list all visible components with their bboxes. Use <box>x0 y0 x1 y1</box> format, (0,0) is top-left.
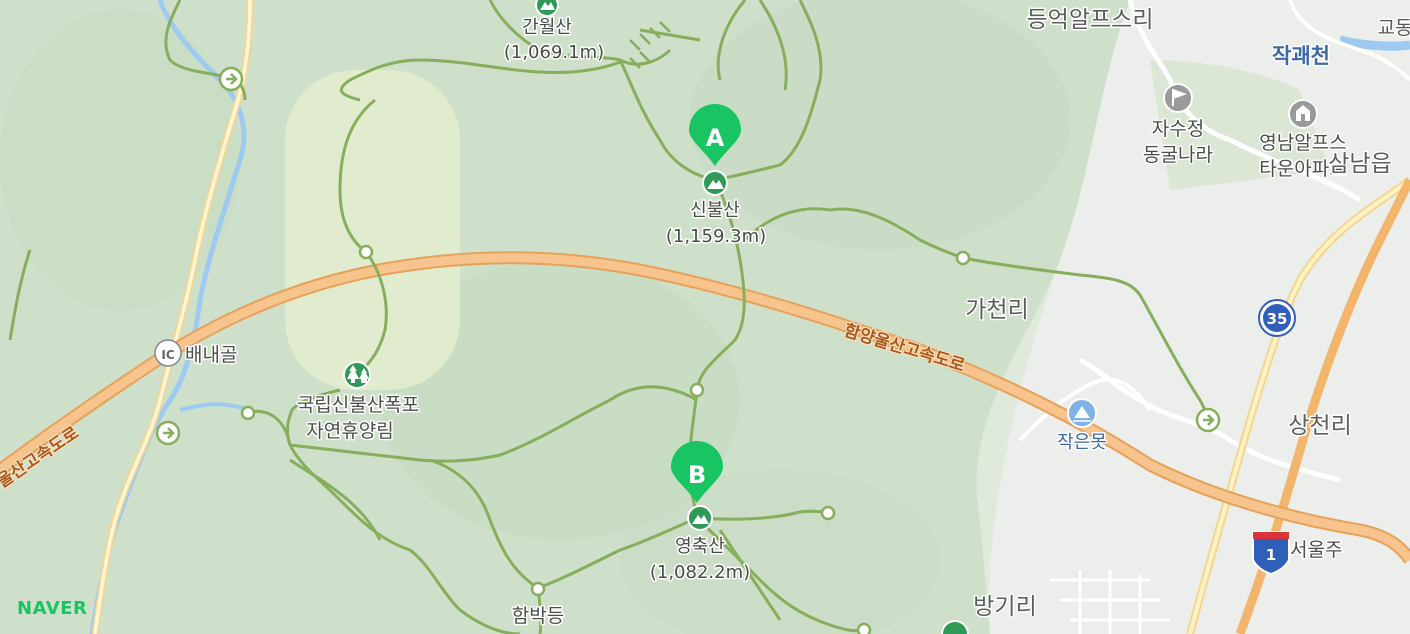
peak-icon[interactable] <box>687 505 713 531</box>
marker-b-letter: B <box>688 461 706 489</box>
map-view[interactable]: 간월산 (1,069.1m) A 신불산 (1,159.3m) B 영축산 (1… <box>0 0 1410 634</box>
place-label-samnam-eup[interactable]: 삼남읍 <box>1327 150 1393 179</box>
place-label-jakgwacheon[interactable]: 작괘천 <box>1271 43 1332 70</box>
forest-recreation-icon[interactable] <box>343 361 371 389</box>
poi-label-jasujeong-line1[interactable]: 자수정 <box>1150 117 1205 142</box>
place-label-recreation-forest-line1[interactable]: 국립신불산폭포 <box>295 393 420 418</box>
trail-node[interactable] <box>955 250 971 266</box>
poi-flag-icon[interactable] <box>1163 83 1193 113</box>
place-label-seoulju[interactable]: 서울주 <box>1289 538 1344 563</box>
expressway-1-number: 1 <box>1266 546 1276 564</box>
place-label-deungeok-alps-ri[interactable]: 등억알프스리 <box>1025 6 1155 35</box>
trail-entrance-icon[interactable] <box>155 420 181 446</box>
place-label-banggi-ri[interactable]: 방기리 <box>972 593 1038 622</box>
place-label-hambakdeung[interactable]: 함박등 <box>510 604 565 629</box>
place-label-sangcheon-ri[interactable]: 상천리 <box>1287 412 1353 441</box>
peak-name-yeongchuksan[interactable]: 영축산 <box>674 535 727 559</box>
route-35-number: 35 <box>1267 310 1288 328</box>
trail-entrance-icon[interactable] <box>1195 407 1221 433</box>
peak-elevation-yeongchuksan: (1,082.2m) <box>650 562 750 583</box>
peak-icon[interactable] <box>702 170 728 196</box>
poi-label-jasujeong-line2[interactable]: 동굴나라 <box>1142 143 1215 168</box>
place-label-baenaegol[interactable]: 배내골 <box>184 343 239 368</box>
naver-logo[interactable]: NAVER <box>17 598 87 619</box>
place-label-gacheon-ri[interactable]: 가천리 <box>964 296 1030 325</box>
marker-a-letter: A <box>706 124 725 152</box>
peak-elevation-sinbulsan: (1,159.3m) <box>666 226 766 247</box>
place-label-recreation-forest-line2[interactable]: 자연휴양림 <box>305 419 395 444</box>
trail-node[interactable] <box>689 382 705 398</box>
ic-badge-text: IC <box>161 348 174 362</box>
route-35-shield-icon[interactable]: 35 <box>1258 299 1296 337</box>
trail-node[interactable] <box>530 581 546 597</box>
meadow-area <box>285 70 460 390</box>
trail-node[interactable] <box>820 505 836 521</box>
apartment-icon[interactable] <box>1288 99 1318 129</box>
peak-icon[interactable] <box>535 0 559 17</box>
relief-shade <box>690 0 1070 250</box>
relief-shade <box>0 10 240 310</box>
peak-name-sinbulsan[interactable]: 신불산 <box>689 199 742 223</box>
place-label-top-right[interactable]: 교동 <box>1376 16 1410 41</box>
expressway-1-shield-icon[interactable]: 1 <box>1252 531 1290 576</box>
map-canvas[interactable]: 간월산 (1,069.1m) A 신불산 (1,159.3m) B 영축산 (1… <box>0 0 1410 634</box>
reservoir-icon[interactable] <box>1067 398 1097 428</box>
peak-name-ganwolsan[interactable]: 간월산 <box>521 16 574 40</box>
trail-node[interactable] <box>358 244 374 260</box>
peak-elevation-ganwolsan: (1,069.1m) <box>504 42 604 63</box>
trail-node[interactable] <box>240 405 256 421</box>
poi-label-jageunmot[interactable]: 작은못 <box>1056 431 1109 455</box>
trail-entrance-icon[interactable] <box>218 66 244 92</box>
trail-node[interactable] <box>856 622 872 634</box>
ic-badge-icon[interactable]: IC <box>154 339 182 367</box>
